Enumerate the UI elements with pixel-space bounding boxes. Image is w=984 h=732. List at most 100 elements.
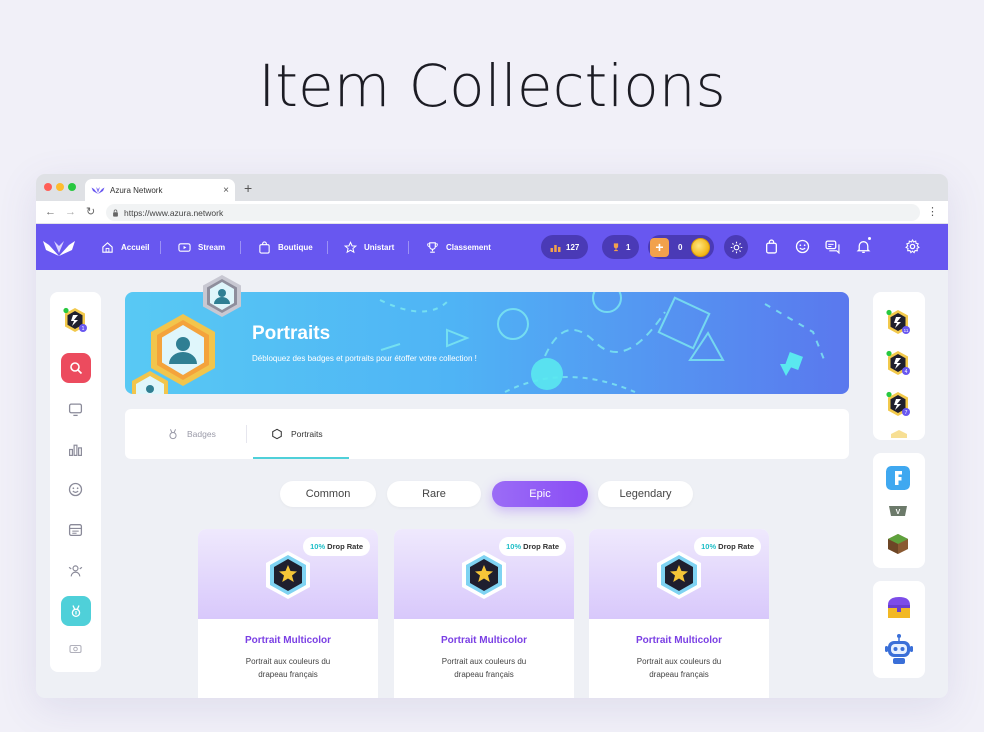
tab-portraits[interactable]: Portraits (271, 409, 323, 459)
browser-tab[interactable]: Azura Network × (85, 179, 235, 201)
card-description: Portrait aux couleurs du drapeau françai… (414, 655, 554, 681)
gta-icon[interactable]: V (886, 499, 910, 523)
tab-badges[interactable]: Badges (167, 409, 216, 459)
friend-level: 4 (905, 369, 908, 375)
forward-button[interactable]: → (65, 206, 76, 218)
star-icon (344, 240, 357, 253)
card-description-line: Portrait aux couleurs du (245, 657, 331, 666)
drop-rate-value: 10% (701, 542, 717, 551)
nav-item-label: Boutique (278, 242, 313, 252)
url-input[interactable]: https://www.azura.network (106, 204, 920, 221)
reload-button[interactable]: ↻ (86, 206, 95, 218)
trophy-pill[interactable]: 1 (602, 235, 640, 259)
friend-level: 7 (905, 410, 908, 416)
nav-separator (408, 241, 409, 254)
gear-icon[interactable] (905, 239, 920, 254)
nav-item-label: Accueil (121, 242, 150, 252)
bar-chart-icon[interactable] (68, 442, 83, 457)
nav-separator (160, 241, 161, 254)
extras-sidebar (873, 581, 925, 678)
collections-button[interactable] (61, 596, 91, 626)
drop-rate-badge: 10% Drop Rate (694, 537, 761, 556)
stats-pill[interactable]: 127 (541, 235, 589, 259)
card-description-line: drapeau français (454, 670, 514, 679)
robot-icon[interactable] (884, 633, 914, 665)
portrait-card[interactable]: 10% Drop Rate Portrait Multicolor Portra… (394, 529, 574, 698)
azura-logo-icon[interactable] (42, 236, 76, 258)
drop-rate-value: 10% (310, 542, 326, 551)
bell-icon[interactable] (856, 239, 871, 254)
treasure-chest-icon[interactable] (885, 595, 913, 621)
medal-icon (71, 605, 81, 618)
friend-avatar-badge[interactable]: 4 (886, 350, 910, 376)
friend-avatar-badge[interactable]: 11 (886, 309, 910, 335)
minimize-window-button[interactable] (56, 183, 64, 191)
friend-avatar-badge[interactable]: 7 (886, 391, 910, 417)
card-description-line: Portrait aux couleurs du (636, 657, 722, 666)
filter-epic[interactable]: Epic (492, 481, 588, 507)
shopping-bag-icon (259, 240, 270, 254)
theme-toggle-button[interactable] (724, 235, 748, 259)
back-button[interactable]: ← (45, 206, 56, 218)
monitor-icon[interactable] (68, 402, 83, 417)
card-description: Portrait aux couleurs du drapeau françai… (609, 655, 749, 681)
portrait-card[interactable]: 10% Drop Rate Portrait Multicolor Portra… (198, 529, 378, 698)
lock-icon (113, 209, 118, 217)
sun-icon (730, 241, 742, 253)
nav-item-accueil[interactable]: Accueil (101, 224, 149, 270)
browser-menu-icon[interactable]: ⋮ (927, 205, 938, 218)
add-coins-button[interactable]: + (650, 237, 669, 257)
nav-item-label: Classement (446, 242, 491, 252)
nav-separator (240, 241, 241, 254)
drop-rate-badge: 10% Drop Rate (303, 537, 370, 556)
address-bar: ← → ↻ https://www.azura.network ⋮ (36, 201, 948, 224)
shopping-bag-icon[interactable] (764, 239, 779, 254)
search-button[interactable] (61, 353, 91, 383)
smiley-icon[interactable] (795, 239, 810, 254)
tab-divider (246, 425, 247, 443)
calendar-icon[interactable] (68, 522, 83, 537)
coin-icon (691, 237, 711, 257)
friends-sidebar: 11 4 7 (873, 292, 925, 440)
nav-item-classement[interactable]: Classement (426, 224, 491, 270)
chat-icon[interactable] (825, 239, 840, 254)
coins-pill[interactable]: + 0 (648, 235, 715, 259)
browser-tab-title: Azura Network (110, 185, 163, 195)
user-avatar-badge[interactable]: 1 (63, 307, 87, 333)
close-tab-icon[interactable]: × (223, 185, 229, 196)
minecraft-icon[interactable] (886, 532, 910, 556)
drop-rate-badge: 10% Drop Rate (499, 537, 566, 556)
fortnite-icon[interactable] (886, 466, 910, 490)
close-window-button[interactable] (44, 183, 52, 191)
card-description-line: drapeau français (258, 670, 318, 679)
portrait-card[interactable]: 10% Drop Rate Portrait Multicolor Portra… (589, 529, 769, 698)
nav-item-label: Stream (198, 242, 226, 252)
smiley-icon[interactable] (68, 482, 83, 497)
card-title: Portrait Multicolor (244, 635, 332, 646)
filter-rare[interactable]: Rare (387, 481, 481, 507)
users-icon[interactable] (68, 563, 83, 578)
nav-item-boutique[interactable]: Boutique (258, 224, 313, 270)
left-sidebar: 1 (50, 292, 101, 672)
trophy-icon (427, 241, 438, 253)
collection-tabs: Badges Portraits (125, 409, 849, 459)
svg-text:V: V (896, 509, 901, 516)
camera-icon[interactable] (68, 644, 83, 653)
filter-legendary[interactable]: Legendary (598, 481, 693, 507)
filter-common[interactable]: Common (280, 481, 376, 507)
trophy-value: 1 (626, 242, 631, 252)
browser-window: Azura Network × + ← → ↻ https://www.azur… (36, 174, 948, 698)
nav-separator (327, 241, 328, 254)
drop-rate-label: Drop Rate (327, 542, 363, 551)
browser-tab-bar: Azura Network × + (36, 174, 948, 201)
new-tab-button[interactable]: + (244, 180, 252, 196)
nav-item-stream[interactable]: Stream (178, 224, 225, 270)
maximize-window-button[interactable] (68, 183, 76, 191)
banner-title: Portraits (252, 323, 331, 344)
nav-item-unistart[interactable]: Unistart (344, 224, 394, 270)
medal-icon (169, 429, 177, 440)
games-sidebar: V (873, 453, 925, 568)
nav-item-label: Unistart (364, 242, 395, 252)
card-description-line: Portrait aux couleurs du (441, 657, 527, 666)
trophy-icon (613, 243, 619, 252)
